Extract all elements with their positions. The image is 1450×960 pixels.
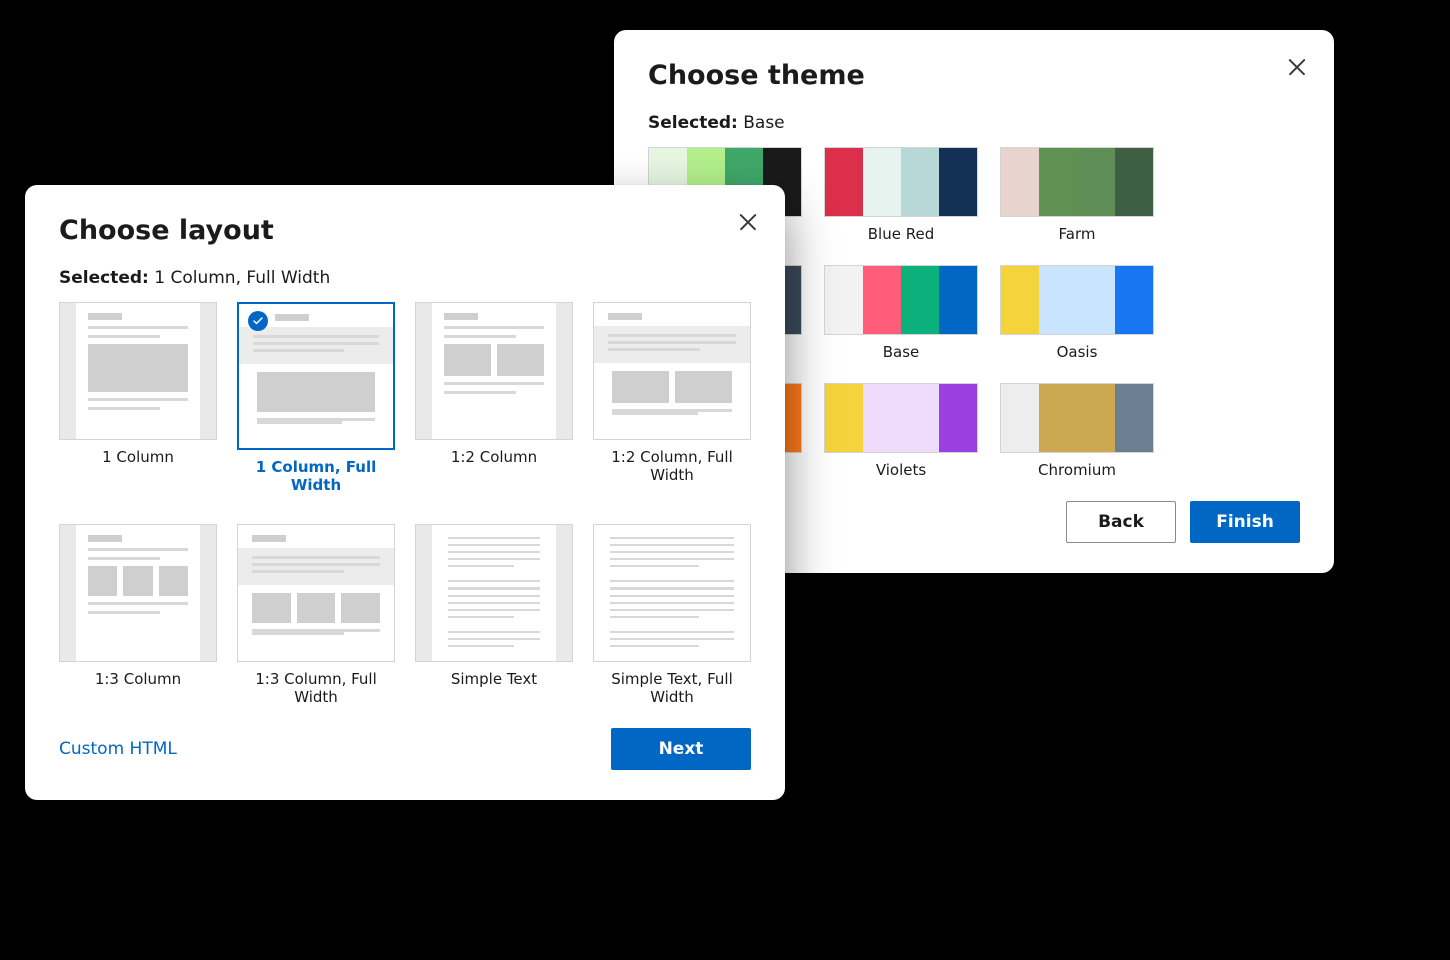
choose-layout-dialog: Choose layout Selected: 1 Column, Full W… — [25, 185, 785, 800]
layout-preview — [59, 524, 217, 662]
check-icon — [248, 311, 268, 331]
theme-option-chromium[interactable]: Chromium — [1000, 383, 1154, 479]
selected-label: Selected: — [648, 113, 738, 133]
layout-label: 1 Column, Full Width — [237, 458, 395, 494]
theme-option-oasis[interactable]: Oasis — [1000, 265, 1154, 361]
layout-preview — [237, 302, 395, 450]
layout-preview — [59, 302, 217, 440]
selected-value: 1 Column, Full Width — [154, 268, 330, 288]
layout-label: Simple Text — [415, 670, 573, 688]
selected-line: Selected: Base — [648, 113, 1300, 133]
layout-option-1-3-column-full-width[interactable]: 1:3 Column, Full Width — [237, 524, 395, 706]
selected-label: Selected: — [59, 268, 149, 288]
layout-option-1-column[interactable]: 1 Column — [59, 302, 217, 494]
layout-preview — [415, 524, 573, 662]
dialog-title: Choose layout — [59, 215, 751, 246]
layout-grid: 1 Column 1 Column, Full Width — [59, 302, 751, 706]
layout-option-1-2-column-full-width[interactable]: 1:2 Column, Full Width — [593, 302, 751, 494]
theme-option-farm[interactable]: Farm — [1000, 147, 1154, 243]
layout-option-1-column-full-width[interactable]: 1 Column, Full Width — [237, 302, 395, 494]
layout-label: Simple Text, Full Width — [593, 670, 751, 706]
dialog-footer: Custom HTML Next — [59, 728, 751, 770]
theme-option-violets[interactable]: Violets — [824, 383, 978, 479]
theme-label: Base — [824, 343, 978, 361]
selected-line: Selected: 1 Column, Full Width — [59, 268, 751, 288]
close-icon — [739, 213, 757, 231]
layout-label: 1:2 Column, Full Width — [593, 448, 751, 484]
layout-preview — [593, 524, 751, 662]
layout-label: 1:3 Column, Full Width — [237, 670, 395, 706]
swatch — [1000, 147, 1154, 217]
back-button[interactable]: Back — [1066, 501, 1176, 543]
theme-label: Blue Red — [824, 225, 978, 243]
layout-option-simple-text-full-width[interactable]: Simple Text, Full Width — [593, 524, 751, 706]
layout-preview — [415, 302, 573, 440]
theme-label: Chromium — [1000, 461, 1154, 479]
close-button[interactable] — [733, 207, 763, 237]
close-icon — [1288, 58, 1306, 76]
dialog-title: Choose theme — [648, 60, 1300, 91]
layout-option-simple-text[interactable]: Simple Text — [415, 524, 573, 706]
custom-html-link[interactable]: Custom HTML — [59, 739, 177, 759]
swatch — [1000, 383, 1154, 453]
layout-preview — [237, 524, 395, 662]
layout-label: 1:2 Column — [415, 448, 573, 466]
theme-label: Farm — [1000, 225, 1154, 243]
next-button[interactable]: Next — [611, 728, 751, 770]
layout-label: 1:3 Column — [59, 670, 217, 688]
theme-option-blue-red[interactable]: Blue Red — [824, 147, 978, 243]
layout-label: 1 Column — [59, 448, 217, 466]
swatch — [824, 147, 978, 217]
swatch — [824, 383, 978, 453]
layout-option-1-2-column[interactable]: 1:2 Column — [415, 302, 573, 494]
swatch — [1000, 265, 1154, 335]
selected-value: Base — [743, 113, 784, 133]
theme-label: Violets — [824, 461, 978, 479]
theme-label: Oasis — [1000, 343, 1154, 361]
layout-preview — [593, 302, 751, 440]
finish-button[interactable]: Finish — [1190, 501, 1300, 543]
swatch — [824, 265, 978, 335]
theme-option-base[interactable]: Base — [824, 265, 978, 361]
layout-option-1-3-column[interactable]: 1:3 Column — [59, 524, 217, 706]
close-button[interactable] — [1282, 52, 1312, 82]
